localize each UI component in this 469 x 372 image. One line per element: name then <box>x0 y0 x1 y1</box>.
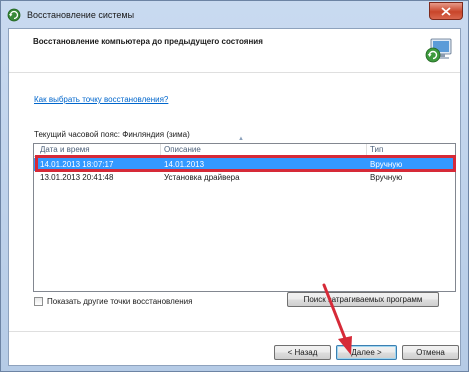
row-description: 14.01.2013 <box>164 160 205 169</box>
show-more-points-checkbox[interactable] <box>34 297 43 306</box>
row-description: Установка драйвера <box>164 173 240 182</box>
footer-divider <box>9 331 460 332</box>
row-type: Вручную <box>370 160 403 169</box>
help-link[interactable]: Как выбрать точку восстановления? <box>34 95 168 104</box>
close-icon <box>441 6 451 16</box>
row-date: 14.01.2013 18:07:17 <box>40 160 114 169</box>
list-header: ▲ Дата и время Описание Тип <box>34 136 455 157</box>
column-header-date[interactable]: Дата и время <box>40 145 90 154</box>
dialog-header: Восстановление компьютера до предыдущего… <box>9 29 460 73</box>
window-title: Восстановление системы <box>27 10 135 20</box>
column-separator[interactable] <box>160 144 161 157</box>
row-date: 13.01.2013 20:41:48 <box>40 173 114 182</box>
computer-restore-icon <box>425 38 452 63</box>
sort-arrow-icon: ▲ <box>238 136 244 142</box>
back-button[interactable]: < Назад <box>274 345 331 360</box>
cancel-button[interactable]: Отмена <box>402 345 459 360</box>
row-type: Вручную <box>370 173 403 182</box>
system-restore-window: Восстановление системы Восстановление ко… <box>0 0 469 372</box>
system-restore-icon <box>7 8 21 22</box>
table-row-selected[interactable]: 14.01.2013 18:07:17 14.01.2013 Вручную <box>34 158 455 171</box>
column-header-description[interactable]: Описание <box>164 145 201 154</box>
table-row[interactable]: 13.01.2013 20:41:48 Установка драйвера В… <box>34 171 455 184</box>
restore-points-list[interactable]: ▲ Дата и время Описание Тип 14.01.2013 1… <box>33 136 456 292</box>
page-title: Восстановление компьютера до предыдущего… <box>33 37 263 46</box>
timezone-label: Текущий часовой пояс: Финляндия (зима) <box>34 130 190 139</box>
column-header-type[interactable]: Тип <box>370 145 383 154</box>
next-button[interactable]: Далее > <box>336 345 397 360</box>
scan-affected-programs-button[interactable]: Поиск затрагиваемых программ <box>287 292 439 307</box>
dialog-client-area: Восстановление компьютера до предыдущего… <box>8 28 461 366</box>
title-bar[interactable]: Восстановление системы <box>1 1 468 29</box>
show-more-points-option[interactable]: Показать другие точки восстановления <box>34 297 192 306</box>
show-more-points-label: Показать другие точки восстановления <box>47 297 193 306</box>
close-button[interactable] <box>429 2 463 20</box>
column-separator[interactable] <box>366 144 367 157</box>
dialog-body: Как выбрать точку восстановления? Текущи… <box>9 73 460 321</box>
